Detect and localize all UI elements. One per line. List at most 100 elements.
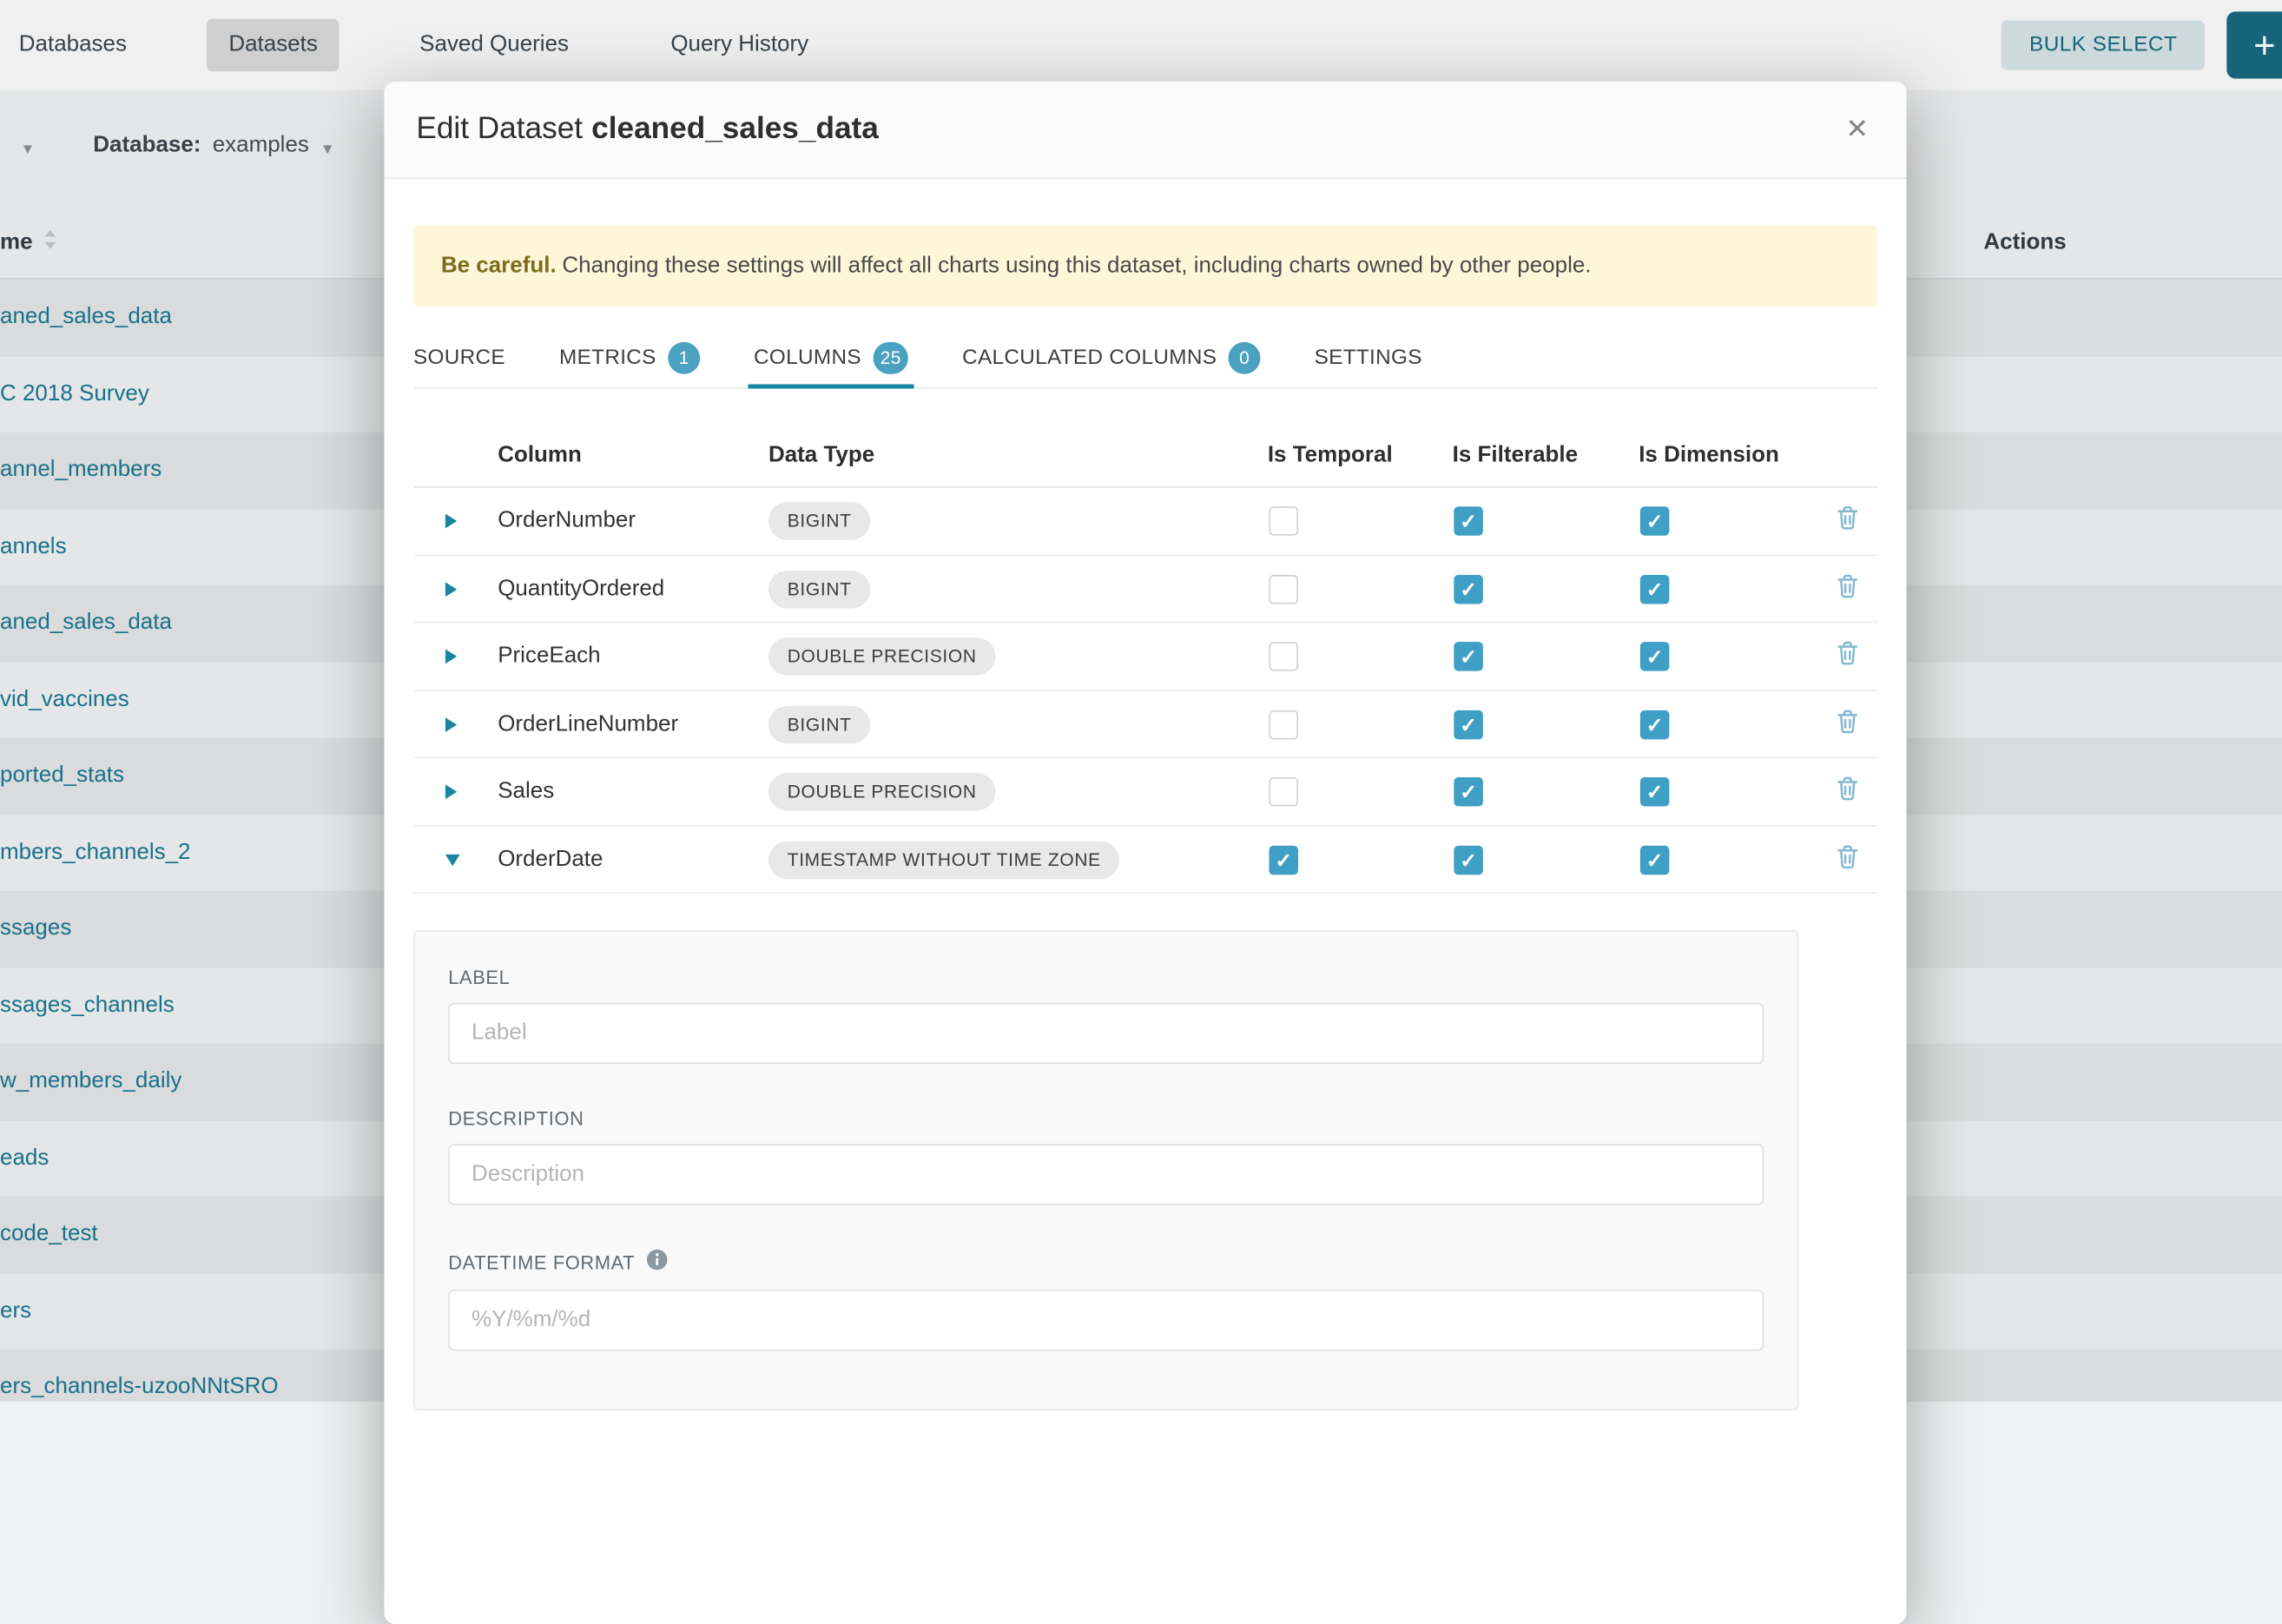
is-temporal-checkbox[interactable]: ✓ bbox=[1269, 845, 1298, 875]
modal-body: Be careful.Changing these settings will … bbox=[384, 179, 1906, 1411]
label-text: LABEL bbox=[448, 967, 510, 989]
datetime-format-field: DATETIME FORMAT bbox=[448, 1250, 1764, 1351]
tab-metrics[interactable]: METRICS1 bbox=[559, 328, 700, 388]
is-temporal-cell bbox=[1268, 777, 1453, 807]
info-icon[interactable] bbox=[647, 1250, 669, 1276]
data-type-pill: BIGINT bbox=[768, 571, 870, 609]
caret-cell bbox=[413, 854, 498, 865]
label-text: DATETIME FORMAT bbox=[448, 1251, 635, 1273]
caret-cell bbox=[413, 785, 498, 800]
caret-cell bbox=[413, 717, 498, 732]
is-filterable-checkbox[interactable]: ✓ bbox=[1454, 777, 1483, 807]
is-dimension-checkbox[interactable]: ✓ bbox=[1640, 710, 1670, 739]
warning-banner: Be careful.Changing these settings will … bbox=[413, 226, 1877, 308]
is-filterable-checkbox[interactable]: ✓ bbox=[1454, 710, 1483, 739]
is-filterable-cell: ✓ bbox=[1453, 642, 1639, 671]
column-detail-panel: LABEL DESCRIPTION DATETIME FORMAT bbox=[413, 931, 1799, 1411]
delete-column-button[interactable] bbox=[1813, 505, 1877, 538]
is-temporal-cell bbox=[1268, 507, 1453, 537]
is-filterable-header: Is Filterable bbox=[1453, 442, 1639, 468]
data-type-pill: DOUBLE PRECISION bbox=[768, 637, 996, 676]
trash-icon bbox=[1837, 573, 1858, 605]
is-filterable-cell: ✓ bbox=[1453, 710, 1639, 739]
is-temporal-cell bbox=[1268, 575, 1453, 604]
is-dimension-cell: ✓ bbox=[1639, 642, 1813, 671]
label-input[interactable] bbox=[448, 1004, 1764, 1065]
label-field-label: LABEL bbox=[448, 967, 1764, 989]
is-dimension-checkbox[interactable]: ✓ bbox=[1640, 575, 1670, 604]
trash-icon bbox=[1837, 641, 1858, 673]
description-field: DESCRIPTION bbox=[448, 1108, 1764, 1205]
is-temporal-cell bbox=[1268, 642, 1453, 671]
is-dimension-cell: ✓ bbox=[1639, 845, 1813, 875]
is-temporal-checkbox[interactable] bbox=[1269, 507, 1298, 537]
tab-calculated-columns[interactable]: CALCULATED COLUMNS 0 bbox=[962, 328, 1261, 388]
close-icon[interactable]: ✕ bbox=[1840, 107, 1875, 152]
data-type-header: Data Type bbox=[768, 442, 1268, 468]
is-dimension-checkbox[interactable]: ✓ bbox=[1640, 507, 1670, 537]
delete-column-button[interactable] bbox=[1813, 573, 1877, 605]
trash-icon bbox=[1837, 505, 1858, 538]
tab-label: CALCULATED COLUMNS bbox=[962, 347, 1217, 370]
data-type-pill: TIMESTAMP WITHOUT TIME ZONE bbox=[768, 841, 1120, 879]
column-name: OrderNumber bbox=[498, 508, 768, 534]
is-filterable-checkbox[interactable]: ✓ bbox=[1454, 642, 1483, 671]
is-filterable-checkbox[interactable]: ✓ bbox=[1454, 845, 1483, 875]
data-type-cell: TIMESTAMP WITHOUT TIME ZONE bbox=[768, 841, 1268, 879]
modal-title: Edit Datasetcleaned_sales_data bbox=[416, 112, 878, 147]
collapse-caret-icon[interactable] bbox=[445, 854, 460, 865]
warning-text: Changing these settings will affect all … bbox=[562, 254, 1591, 278]
trash-icon bbox=[1837, 709, 1858, 741]
description-input[interactable] bbox=[448, 1145, 1764, 1205]
is-dimension-header: Is Dimension bbox=[1639, 442, 1813, 468]
tab-badge: 0 bbox=[1229, 342, 1261, 374]
is-dimension-checkbox[interactable]: ✓ bbox=[1640, 845, 1670, 875]
is-dimension-checkbox[interactable]: ✓ bbox=[1640, 777, 1670, 807]
data-type-pill: DOUBLE PRECISION bbox=[768, 773, 996, 811]
tab-label: METRICS bbox=[559, 347, 656, 370]
is-temporal-cell bbox=[1268, 710, 1453, 739]
column-header: Column bbox=[498, 442, 768, 468]
datetime-format-input[interactable] bbox=[448, 1291, 1764, 1351]
expand-caret-icon[interactable] bbox=[445, 717, 457, 732]
delete-column-button[interactable] bbox=[1813, 844, 1877, 876]
tab-columns[interactable]: COLUMNS25 bbox=[754, 328, 908, 388]
tab-settings[interactable]: SETTINGS bbox=[1315, 328, 1422, 388]
tab-label: SETTINGS bbox=[1315, 347, 1422, 370]
column-row-priceeach: PriceEachDOUBLE PRECISION✓✓ bbox=[413, 624, 1877, 691]
is-temporal-cell: ✓ bbox=[1268, 845, 1453, 875]
delete-column-button[interactable] bbox=[1813, 776, 1877, 809]
column-name: Sales bbox=[498, 779, 768, 805]
data-type-cell: BIGINT bbox=[768, 705, 1268, 743]
delete-column-button[interactable] bbox=[1813, 641, 1877, 673]
is-temporal-checkbox[interactable] bbox=[1269, 777, 1298, 807]
is-filterable-checkbox[interactable]: ✓ bbox=[1454, 507, 1483, 537]
data-type-cell: DOUBLE PRECISION bbox=[768, 773, 1268, 811]
delete-column-button[interactable] bbox=[1813, 709, 1877, 741]
is-dimension-checkbox[interactable]: ✓ bbox=[1640, 642, 1670, 671]
caret-cell bbox=[413, 514, 498, 529]
data-type-cell: DOUBLE PRECISION bbox=[768, 637, 1268, 676]
column-row-ordernumber: OrderNumberBIGINT✓✓ bbox=[413, 488, 1877, 556]
screen: DatabasesDatasetsSaved QueriesQuery Hist… bbox=[0, 0, 2282, 1402]
is-filterable-checkbox[interactable]: ✓ bbox=[1454, 575, 1483, 604]
is-temporal-checkbox[interactable] bbox=[1269, 642, 1298, 671]
expand-caret-icon[interactable] bbox=[445, 514, 457, 529]
column-row-quantityordered: QuantityOrderedBIGINT ✓ ✓ bbox=[413, 556, 1877, 624]
is-filterable-cell: ✓ bbox=[1453, 777, 1639, 807]
expand-caret-icon[interactable] bbox=[445, 582, 457, 597]
tab-source[interactable]: SOURCE bbox=[413, 328, 505, 388]
caret-cell bbox=[413, 650, 498, 664]
is-dimension-cell: ✓ bbox=[1639, 710, 1813, 739]
modal-tabs: SOURCE METRICS1 COLUMNS25 CALCULATED COLUMN… bbox=[413, 328, 1877, 389]
expand-caret-icon[interactable] bbox=[445, 785, 457, 800]
modal-header: Edit Datasetcleaned_sales_data ✕ bbox=[384, 82, 1906, 179]
label-field: LABEL bbox=[448, 967, 1764, 1065]
is-dimension-cell: ✓ bbox=[1639, 507, 1813, 537]
datetime-format-field-label: DATETIME FORMAT bbox=[448, 1250, 1764, 1276]
expand-caret-icon[interactable] bbox=[445, 650, 457, 664]
is-dimension-cell: ✓ bbox=[1639, 777, 1813, 807]
is-temporal-checkbox[interactable] bbox=[1269, 575, 1298, 604]
column-name: QuantityOrdered bbox=[498, 576, 768, 602]
is-temporal-checkbox[interactable] bbox=[1269, 710, 1298, 739]
